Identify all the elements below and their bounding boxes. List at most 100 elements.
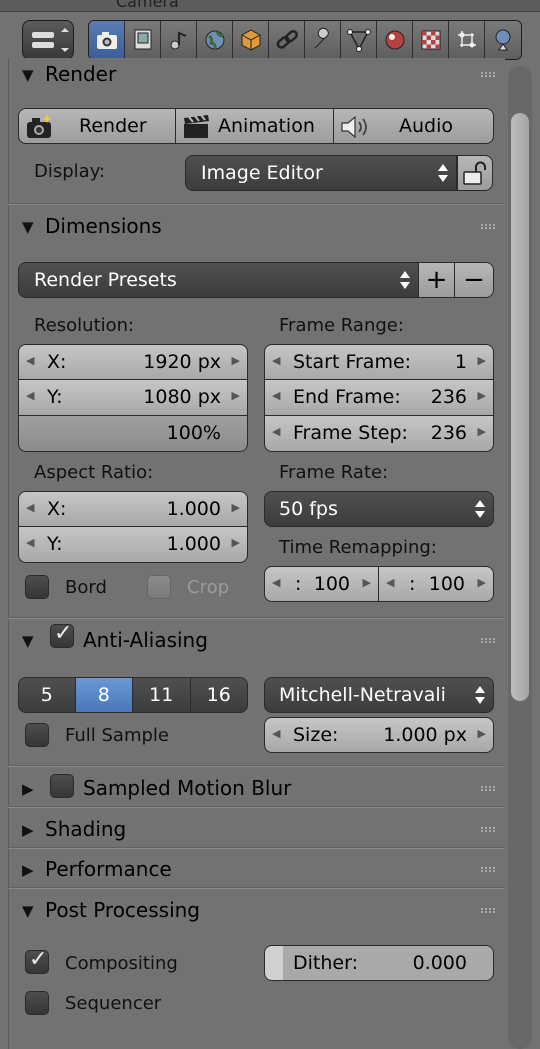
crop-checkbox[interactable] [147,575,171,599]
increment-arrow-icon[interactable]: ▶ [478,727,486,740]
increment-arrow-icon[interactable]: ▶ [363,576,371,589]
anti-aliasing-checkbox[interactable]: ✓ [50,621,74,648]
performance-panel-header[interactable]: ▶ Performance [8,851,505,891]
dimensions-panel-header[interactable]: ▼ Dimensions [8,208,505,248]
increment-arrow-icon[interactable]: ▶ [232,354,240,367]
drag-grip-icon[interactable] [481,908,495,913]
expanded-triangle-icon: ▼ [22,902,34,920]
material-tab[interactable] [377,21,413,59]
modifiers-tab[interactable] [305,21,341,59]
aa-sample-8-button[interactable]: 8 [75,677,133,713]
increment-arrow-icon[interactable]: ▶ [478,425,486,438]
resolution-label: Resolution: [34,315,135,336]
audio-button[interactable]: Audio [334,108,494,144]
render-button[interactable]: Render [18,108,176,144]
decrement-arrow-icon[interactable]: ◀ [26,389,34,402]
lock-interface-button[interactable] [457,155,493,191]
anti-aliasing-panel-header[interactable]: ▼ ✓ Anti-Aliasing [8,621,505,662]
remove-preset-button[interactable]: − [455,262,494,298]
resolution-y-field[interactable]: ◀ Y: 1080 px ▶ [18,380,248,416]
shading-panel-header[interactable]: ▶ Shading [8,811,505,851]
display-label: Display: [34,161,106,182]
aa-sample-5-button[interactable]: 5 [18,677,76,713]
decrement-arrow-icon[interactable]: ◀ [272,389,280,402]
sampled-motion-blur-panel-header[interactable]: ▶ Sampled Motion Blur [8,770,505,810]
frame-map-new-field[interactable]: ◀ : 100 ▶ [379,566,494,602]
camera-header-fragment: Camera [116,0,179,11]
decrement-arrow-icon[interactable]: ◀ [272,425,280,438]
add-preset-button[interactable]: + [419,262,455,298]
aspect-x-field[interactable]: ◀ X: 1.000 ▶ [18,491,248,527]
dither-slider[interactable]: Dither: 0.000 [264,945,494,981]
full-sample-checkbox[interactable] [25,723,49,747]
physics-tab[interactable] [485,21,521,59]
drag-grip-icon[interactable] [481,72,495,77]
render-presets-dropdown[interactable]: Render Presets [18,262,419,298]
decrement-arrow-icon[interactable]: ◀ [272,576,280,589]
aspect-y-field[interactable]: ◀ Y: 1.000 ▶ [18,527,248,563]
frame-rate-dropdown[interactable]: 50 fps [264,491,494,527]
constraints-tab[interactable] [269,21,305,59]
frame-map-old-field[interactable]: ◀ : 100 ▶ [264,566,379,602]
field-label: : [295,573,302,595]
increment-arrow-icon[interactable]: ▶ [232,389,240,402]
panel-title: Sampled Motion Blur [83,776,292,800]
end-frame-field[interactable]: ◀ End Frame: 236 ▶ [264,380,494,416]
resolution-x-field[interactable]: ◀ X: 1920 px ▶ [18,344,248,380]
aa-sample-label: 8 [97,684,110,706]
decrement-arrow-icon[interactable]: ◀ [26,536,34,549]
collapsed-triangle-icon: ▶ [22,780,34,798]
particles-tab[interactable] [449,21,485,59]
drag-grip-icon[interactable] [481,224,495,229]
object-tab[interactable] [233,21,269,59]
drag-grip-icon[interactable] [481,638,495,643]
object-data-tab[interactable] [341,21,377,59]
increment-arrow-icon[interactable]: ▶ [478,354,486,367]
aa-sample-11-button[interactable]: 11 [133,677,191,713]
field-value: 100 [428,573,465,595]
audio-button-label: Audio [399,115,454,137]
editor-type-selector[interactable] [22,20,74,60]
decrement-arrow-icon[interactable]: ◀ [26,354,34,367]
render-layers-tab[interactable] [125,21,161,59]
frame-rate-label: Frame Rate: [279,462,389,483]
texture-tab[interactable] [413,21,449,59]
scene-tab[interactable] [161,21,197,59]
post-processing-panel-header[interactable]: ▼ Post Processing [8,892,505,932]
decrement-arrow-icon[interactable]: ◀ [386,576,394,589]
drag-grip-icon[interactable] [481,786,495,791]
decrement-arrow-icon[interactable]: ◀ [26,501,34,514]
resolution-percentage-slider[interactable]: 100% [18,416,248,452]
wrench-icon [314,27,329,49]
border-checkbox[interactable] [25,575,49,599]
field-value: 1.000 [166,498,221,520]
filter-size-field[interactable]: ◀ Size: 1.000 px ▶ [264,717,494,753]
crop-label: Crop [187,577,230,598]
frame-step-field[interactable]: ◀ Frame Step: 236 ▶ [264,416,494,452]
render-tab[interactable] [89,21,125,59]
scrollbar[interactable] [508,66,532,1049]
decrement-arrow-icon[interactable]: ◀ [272,727,280,740]
world-tab[interactable] [197,21,233,59]
increment-arrow-icon[interactable]: ▶ [478,389,486,402]
panel-title: Shading [45,817,127,841]
checkmark-icon: ✓ [29,947,48,972]
motion-blur-checkbox[interactable] [50,774,74,798]
drag-grip-icon[interactable] [481,827,495,832]
increment-arrow-icon[interactable]: ▶ [232,501,240,514]
compositing-checkbox[interactable]: ✓ [25,947,49,974]
render-panel-header[interactable]: ▼ Render [8,56,505,96]
scrollbar-thumb[interactable] [510,112,530,702]
drag-grip-icon[interactable] [481,867,495,872]
increment-arrow-icon[interactable]: ▶ [478,576,486,589]
start-frame-field[interactable]: ◀ Start Frame: 1 ▶ [264,344,494,380]
animation-button[interactable]: Animation [176,108,334,144]
decrement-arrow-icon[interactable]: ◀ [272,354,280,367]
collapsed-triangle-icon: ▶ [22,821,34,839]
display-dropdown[interactable]: Image Editor [185,155,457,191]
aa-filter-dropdown[interactable]: Mitchell-Netravali [264,677,494,713]
increment-arrow-icon[interactable]: ▶ [232,536,240,549]
aa-sample-16-button[interactable]: 16 [190,677,248,713]
sequencer-checkbox[interactable] [25,991,49,1015]
field-value: 100 [313,573,350,595]
